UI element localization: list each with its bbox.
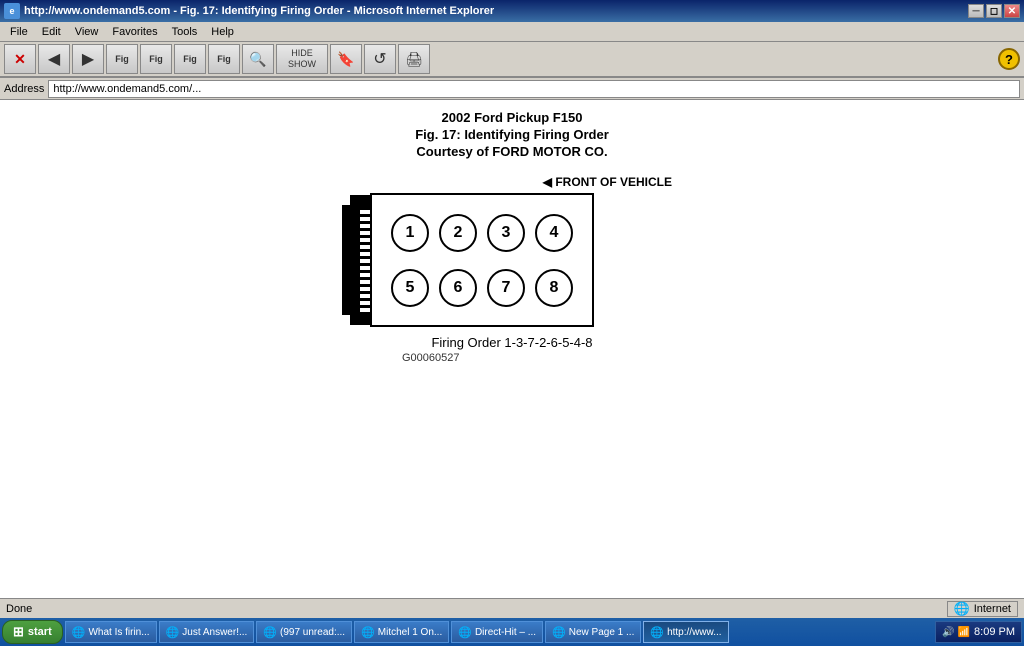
menu-view[interactable]: View bbox=[69, 25, 105, 39]
ie-icon-7: 🌐 bbox=[650, 626, 664, 639]
search-button[interactable]: 🔍 bbox=[242, 44, 274, 74]
window-title: http://www.ondemand5.com - Fig. 17: Iden… bbox=[24, 5, 494, 17]
taskbar-label-2: Just Answer!... bbox=[182, 627, 247, 638]
main-content: 2002 Ford Pickup F150 Fig. 17: Identifyi… bbox=[0, 100, 1024, 598]
front-of-vehicle-label: ◀ FRONT OF VEHICLE bbox=[342, 175, 682, 189]
taskbar-label-1: What Is firin... bbox=[88, 627, 149, 638]
menu-tools[interactable]: Tools bbox=[166, 25, 204, 39]
cylinder-5: 5 bbox=[391, 269, 429, 307]
stop-button[interactable]: ✕ bbox=[4, 44, 36, 74]
zone-label: Internet bbox=[974, 603, 1011, 615]
minimize-button[interactable]: ─ bbox=[968, 4, 984, 18]
menu-help[interactable]: Help bbox=[205, 25, 240, 39]
taskbar: ⊞ start 🌐 What Is firin... 🌐 Just Answer… bbox=[0, 618, 1024, 646]
page-title-line1: 2002 Ford Pickup F150 bbox=[442, 110, 583, 125]
cylinder-4: 4 bbox=[535, 214, 573, 252]
fig4-button[interactable]: Fig bbox=[208, 44, 240, 74]
menu-file[interactable]: File bbox=[4, 25, 34, 39]
back-button[interactable]: ◀ bbox=[38, 44, 70, 74]
menu-bar: File Edit View Favorites Tools Help bbox=[0, 22, 1024, 42]
hide-show-button[interactable]: HIDESHOW bbox=[276, 44, 328, 74]
print-button[interactable]: 🖨 bbox=[398, 44, 430, 74]
cylinder-grid: 1 2 3 4 5 6 7 8 bbox=[370, 193, 594, 327]
status-done: Done bbox=[6, 603, 939, 615]
ie-icon-3: 🌐 bbox=[263, 626, 277, 639]
firing-order-text: Firing Order 1-3-7-2-6-5-4-8 bbox=[342, 335, 682, 350]
start-label: start bbox=[28, 626, 52, 638]
menu-edit[interactable]: Edit bbox=[36, 25, 67, 39]
ie-icon-5: 🌐 bbox=[458, 626, 472, 639]
cylinder-2: 2 bbox=[439, 214, 477, 252]
bookmark-button[interactable]: 🔖 bbox=[330, 44, 362, 74]
address-label: Address bbox=[4, 83, 44, 95]
cylinder-6: 6 bbox=[439, 269, 477, 307]
refresh-button[interactable]: ↺ bbox=[364, 44, 396, 74]
cylinder-8: 8 bbox=[535, 269, 573, 307]
windows-logo: ⊞ bbox=[13, 624, 24, 640]
status-zone: 🌐 Internet bbox=[947, 601, 1019, 617]
taskbar-label-3: (997 unread:... bbox=[280, 627, 345, 638]
toolbar: ✕ ◀ ▶ Fig Fig Fig Fig 🔍 HIDESHOW 🔖 ↺ 🖨 ? bbox=[0, 42, 1024, 78]
forward-button[interactable]: ▶ bbox=[72, 44, 104, 74]
page-title-line2: Fig. 17: Identifying Firing Order bbox=[415, 127, 609, 142]
start-button[interactable]: ⊞ start bbox=[2, 620, 63, 644]
ie-icon-4: 🌐 bbox=[361, 626, 375, 639]
fig3-button[interactable]: Fig bbox=[174, 44, 206, 74]
fig2-button[interactable]: Fig bbox=[140, 44, 172, 74]
title-bar: e http://www.ondemand5.com - Fig. 17: Id… bbox=[0, 0, 1024, 22]
page-title-line3: Courtesy of FORD MOTOR CO. bbox=[416, 144, 607, 159]
menu-favorites[interactable]: Favorites bbox=[106, 25, 163, 39]
globe-icon: 🌐 bbox=[954, 601, 970, 617]
ie-logo: e bbox=[4, 3, 20, 19]
engine-diagram: 1 2 3 4 5 6 7 8 bbox=[342, 193, 682, 327]
taskbar-label-6: New Page 1 ... bbox=[569, 627, 635, 638]
tray-icons: 🔊 📶 bbox=[942, 627, 970, 638]
close-button[interactable]: ✕ bbox=[1004, 4, 1020, 18]
ie-icon-1: 🌐 bbox=[72, 626, 86, 639]
fig1-button[interactable]: Fig bbox=[106, 44, 138, 74]
restore-button[interactable]: ◻ bbox=[986, 4, 1002, 18]
status-bar: Done 🌐 Internet bbox=[0, 598, 1024, 618]
cylinder-3: 3 bbox=[487, 214, 525, 252]
part-number: G00060527 bbox=[342, 352, 682, 364]
firing-order-diagram: ◀ FRONT OF VEHICLE 1 2 3 4 5 6 7 8 bbox=[342, 175, 682, 364]
clock: 8:09 PM bbox=[974, 626, 1015, 638]
ie-icon-2: 🌐 bbox=[166, 626, 180, 639]
cylinder-1: 1 bbox=[391, 214, 429, 252]
taskbar-label-7: http://www... bbox=[667, 627, 721, 638]
address-bar: Address bbox=[0, 78, 1024, 100]
ie-icon-6: 🌐 bbox=[552, 626, 566, 639]
taskbar-label-4: Mitchel 1 On... bbox=[378, 627, 442, 638]
taskbar-label-5: Direct-Hit – ... bbox=[475, 627, 536, 638]
cylinder-7: 7 bbox=[487, 269, 525, 307]
address-input[interactable] bbox=[48, 80, 1020, 98]
help-button[interactable]: ? bbox=[998, 48, 1020, 70]
